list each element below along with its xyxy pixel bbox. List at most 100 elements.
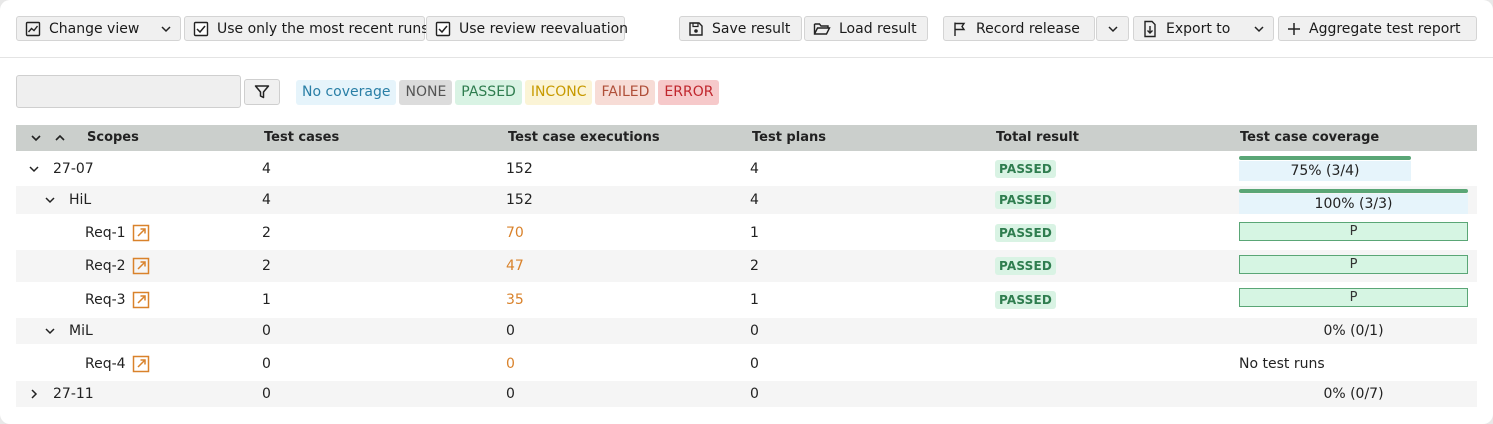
executions-cell: 47 bbox=[506, 250, 524, 282]
row-expand-toggle[interactable] bbox=[27, 388, 41, 400]
header-scopes[interactable]: Scopes bbox=[87, 125, 139, 151]
collapse-all-toggle[interactable] bbox=[30, 125, 42, 151]
review-reevaluation-label: Use review reevaluation bbox=[459, 20, 629, 37]
aggregate-report-label: Aggregate test report bbox=[1309, 20, 1461, 37]
scope-name[interactable]: Req-4 bbox=[85, 356, 126, 372]
row-toggle-cell bbox=[43, 186, 57, 214]
chevron-down-icon bbox=[1254, 25, 1264, 32]
total-result-cell: PASSED bbox=[995, 186, 1057, 214]
checkbox-checked-icon bbox=[435, 21, 451, 36]
open-requirement-link[interactable] bbox=[132, 224, 150, 242]
load-result-label: Load result bbox=[839, 20, 917, 37]
filter-button[interactable] bbox=[244, 79, 280, 105]
recent-runs-checkbox[interactable]: Use only the most recent runs bbox=[184, 16, 429, 41]
table-row[interactable]: 27-11 0 0 0 0% (0/7) bbox=[16, 381, 1477, 407]
export-to-label: Export to bbox=[1166, 20, 1231, 37]
total-result-cell: PASSED bbox=[995, 283, 1057, 317]
executions-value[interactable]: 70 bbox=[506, 225, 524, 241]
status-badge: PASSED bbox=[995, 160, 1057, 178]
table-row[interactable]: Req-3 1 35 1 PASSED P bbox=[16, 283, 1477, 317]
header-coverage[interactable]: Test case coverage bbox=[1240, 125, 1379, 151]
scope-cell: 27-07 bbox=[53, 153, 94, 185]
status-badge: PASSED bbox=[995, 291, 1057, 309]
executions-value[interactable]: 0 bbox=[506, 356, 515, 372]
executions-cell: 0 bbox=[506, 347, 515, 381]
table-row[interactable]: HiL 4 152 4 PASSED 100% (3/3) bbox=[16, 186, 1477, 214]
test-cases-value: 4 bbox=[262, 192, 271, 208]
chevron-down-icon bbox=[31, 135, 41, 142]
export-to-button[interactable]: Export to bbox=[1133, 16, 1274, 41]
test-cases-value: 0 bbox=[262, 323, 271, 339]
executions-value[interactable]: 35 bbox=[506, 292, 524, 308]
save-icon bbox=[689, 21, 703, 36]
coverage-passed-box: P bbox=[1239, 222, 1468, 241]
review-reevaluation-checkbox[interactable]: Use review reevaluation bbox=[426, 16, 629, 41]
executions-cell: 0 bbox=[506, 381, 515, 407]
header-total-result[interactable]: Total result bbox=[996, 125, 1079, 151]
status-badge: PASSED bbox=[995, 191, 1057, 209]
row-collapse-toggle[interactable] bbox=[43, 325, 57, 337]
table-row[interactable]: 27-07 4 152 4 PASSED 75% (3/4) bbox=[16, 153, 1477, 185]
scope-name[interactable]: Req-1 bbox=[85, 225, 126, 241]
total-result-cell: PASSED bbox=[995, 153, 1057, 185]
row-collapse-toggle[interactable] bbox=[27, 163, 41, 175]
table-row[interactable]: Req-1 2 70 1 PASSED P bbox=[16, 217, 1477, 249]
coverage-value: No test runs bbox=[1239, 356, 1325, 372]
test-plans-value: 0 bbox=[750, 356, 759, 372]
scope-name[interactable]: Req-2 bbox=[85, 258, 126, 274]
test-plans-value: 2 bbox=[750, 258, 759, 274]
table-row[interactable]: MiL 0 0 0 0% (0/1) bbox=[16, 318, 1477, 344]
change-view-button[interactable]: Change view bbox=[16, 16, 181, 41]
chevron-up-icon bbox=[55, 134, 65, 141]
open-requirement-link[interactable] bbox=[132, 257, 150, 275]
checkbox-checked-icon bbox=[193, 21, 209, 36]
test-cases-value: 2 bbox=[262, 225, 271, 241]
save-result-button[interactable]: Save result bbox=[679, 16, 802, 41]
search-input[interactable] bbox=[16, 75, 241, 108]
coverage-progress-bar bbox=[1239, 156, 1411, 160]
external-link-icon bbox=[132, 257, 149, 275]
test-cases-value: 0 bbox=[262, 356, 271, 372]
chevron-down-icon bbox=[45, 328, 55, 335]
aggregate-report-button[interactable]: Aggregate test report bbox=[1278, 16, 1477, 41]
executions-value: 0 bbox=[506, 323, 515, 339]
plus-icon bbox=[1288, 22, 1300, 35]
external-link-icon bbox=[132, 355, 149, 373]
open-requirement-link[interactable] bbox=[132, 291, 150, 309]
coverage-value: 75% (3/4) bbox=[1239, 161, 1411, 181]
test-plans-cell: 0 bbox=[750, 347, 759, 381]
executions-cell: 35 bbox=[506, 283, 524, 317]
header-test-plans[interactable]: Test plans bbox=[752, 125, 826, 151]
row-toggle-cell bbox=[27, 153, 41, 185]
table-row[interactable]: Req-2 2 47 2 PASSED P bbox=[16, 250, 1477, 282]
test-plans-cell: 1 bbox=[750, 217, 759, 249]
test-cases-value: 2 bbox=[262, 258, 271, 274]
record-release-menu-button[interactable] bbox=[1096, 16, 1129, 41]
header-test-cases[interactable]: Test cases bbox=[264, 125, 339, 151]
test-plans-cell: 2 bbox=[750, 250, 759, 282]
test-cases-value: 1 bbox=[262, 292, 271, 308]
scope-cell: 27-11 bbox=[53, 381, 94, 407]
load-result-button[interactable]: Load result bbox=[804, 16, 928, 41]
expand-all-toggle[interactable] bbox=[54, 125, 66, 151]
executions-value: 152 bbox=[506, 161, 533, 177]
test-cases-cell: 0 bbox=[262, 318, 271, 344]
executions-cell: 70 bbox=[506, 217, 524, 249]
test-plans-cell: 0 bbox=[750, 318, 759, 344]
total-result-cell: PASSED bbox=[995, 217, 1057, 249]
record-release-button[interactable]: Record release bbox=[943, 16, 1095, 41]
status-badge: PASSED bbox=[995, 257, 1057, 275]
scope-cell: HiL bbox=[69, 186, 91, 214]
chart-view-icon bbox=[25, 21, 41, 36]
executions-value: 0 bbox=[506, 386, 515, 402]
executions-value[interactable]: 47 bbox=[506, 258, 524, 274]
filter-icon bbox=[254, 85, 270, 99]
scope-cell: Req-2 bbox=[85, 250, 150, 282]
test-cases-value: 4 bbox=[262, 161, 271, 177]
scope-name[interactable]: Req-3 bbox=[85, 292, 126, 308]
row-collapse-toggle[interactable] bbox=[43, 194, 57, 206]
legend-chip-passed: PASSED bbox=[455, 80, 522, 105]
open-requirement-link[interactable] bbox=[132, 355, 150, 373]
table-row[interactable]: Req-4 0 0 0 No test runs bbox=[16, 347, 1477, 381]
header-executions[interactable]: Test case executions bbox=[508, 125, 660, 151]
